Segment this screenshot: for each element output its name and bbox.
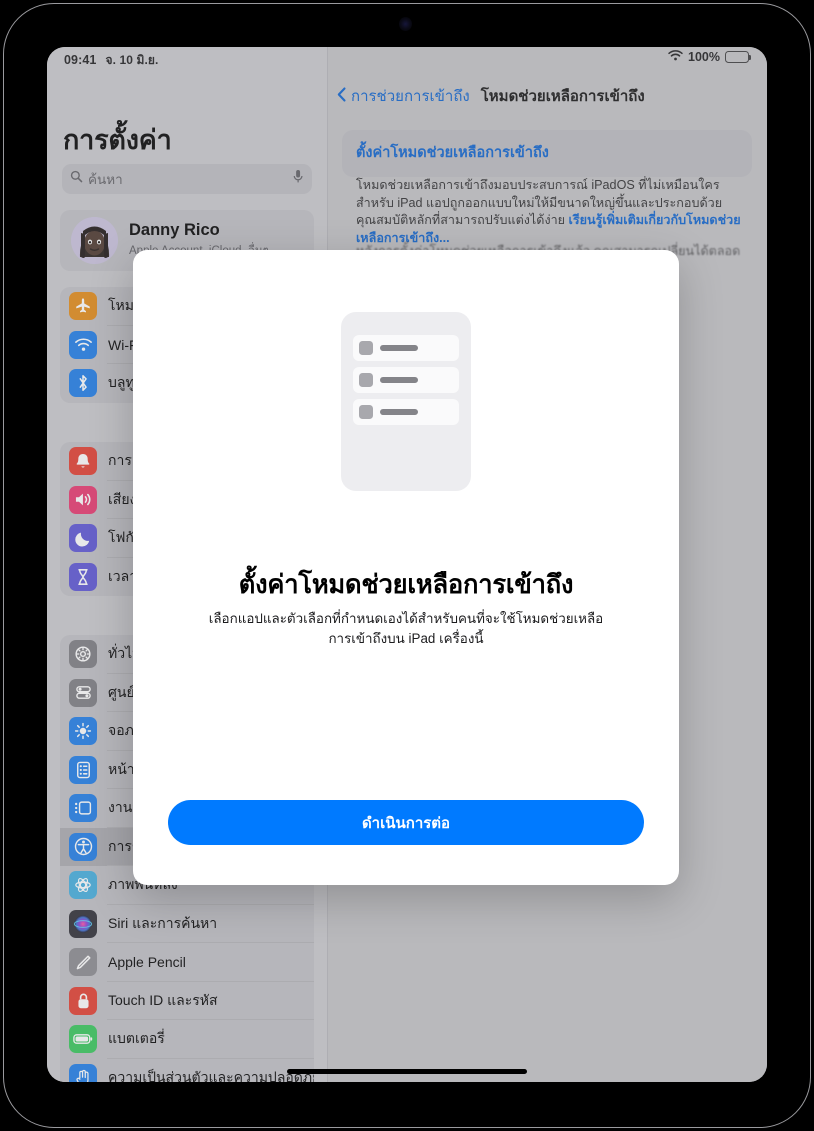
brightness-icon (69, 717, 97, 746)
sidebar-item-label: Siri และการค้นหา (108, 914, 218, 931)
illustration-row (353, 399, 459, 425)
account-name: Danny Rico (129, 221, 220, 239)
battery-icon (69, 1025, 97, 1054)
page-title: การตั้งค่า (63, 125, 172, 155)
multitasking-icon (69, 794, 97, 823)
hand-privacy-icon (69, 1063, 97, 1082)
accessibility-icon (69, 832, 97, 861)
illustration-icon-placeholder (359, 373, 373, 387)
airplane-icon (69, 292, 97, 321)
app-list-illustration (341, 312, 471, 491)
speaker-icon (69, 485, 97, 514)
sidebar-item-2-9[interactable]: Touch ID และรหัส (60, 982, 314, 1020)
nav-title: โหมดช่วยเหลือการเข้าถึง (480, 88, 645, 105)
status-date: จ. 10 มิ.ย. (105, 53, 159, 67)
front-camera-icon (399, 17, 412, 31)
modal-title: ตั้งค่าโหมดช่วยเหลือการเข้าถึง (238, 571, 574, 599)
bluetooth-icon (69, 369, 97, 398)
wifi-icon (668, 50, 683, 64)
illustration-row (353, 367, 459, 393)
illustration-row (353, 335, 459, 361)
assistive-access-setup-modal: ตั้งค่าโหมดช่วยเหลือการเข้าถึง เลือกแอปแ… (133, 250, 679, 885)
gear-icon (69, 640, 97, 669)
sidebar-item-label: แบตเตอรี่ (108, 1030, 165, 1047)
home-screen-icon (69, 755, 97, 784)
avatar (71, 217, 118, 264)
control-center-icon (69, 678, 97, 707)
illustration-icon-placeholder (359, 341, 373, 355)
navigation-bar: การช่วยการเข้าถึง โหมดช่วยเหลือการเข้าถึ… (327, 77, 767, 115)
status-bar: 09:41 จ. 10 มิ.ย. 100% (47, 47, 767, 73)
battery-full-icon (725, 51, 752, 63)
search-input[interactable]: ค้นหา (62, 164, 312, 194)
detail-body-text: โหมดช่วยเหลือการเข้าถึงมอบประสบการณ์ iPa… (356, 177, 748, 247)
home-indicator[interactable] (287, 1069, 527, 1074)
ipad-screen: การตั้งค่า ค้นหา Danny Rico Wi-Fi บลูทูธ… (47, 47, 767, 1082)
sidebar-item-2-10[interactable]: แบตเตอรี่ (60, 1020, 314, 1059)
search-placeholder: ค้นหา (88, 172, 123, 187)
sidebar-item-2-8[interactable]: Apple Pencil (60, 943, 314, 982)
moon-icon (69, 524, 97, 553)
status-time: 09:41 (64, 53, 97, 67)
status-bar-right: 100% (668, 50, 752, 64)
illustration-text-placeholder (380, 409, 418, 415)
setup-card-title: ตั้งค่าโหมดช่วยเหลือการเข้าถึง (356, 145, 549, 161)
search-icon (70, 170, 83, 188)
ipad-device-frame: การตั้งค่า ค้นหา Danny Rico Wi-Fi บลูทูธ… (0, 0, 814, 1131)
sidebar-item-label: ความเป็นส่วนตัวและความปลอดภัย (108, 1068, 314, 1082)
sidebar-item-2-7[interactable]: Siri และการค้นหา (60, 905, 314, 943)
sidebar-item-label: Apple Pencil (108, 954, 186, 971)
sidebar-item-2-11[interactable]: ความเป็นส่วนตัวและความปลอดภัย (60, 1059, 314, 1082)
microphone-icon[interactable] (292, 169, 304, 189)
lock-icon (69, 986, 97, 1015)
wifi-icon (69, 330, 97, 359)
status-bar-left: 09:41 จ. 10 มิ.ย. (64, 51, 158, 70)
illustration-icon-placeholder (359, 405, 373, 419)
setup-card[interactable]: ตั้งค่าโหมดช่วยเหลือการเข้าถึง (342, 130, 752, 177)
illustration-text-placeholder (380, 345, 418, 351)
hourglass-icon (69, 562, 97, 591)
wallpaper-icon (69, 871, 97, 900)
modal-subtitle: เลือกแอปและตัวเลือกที่กำหนดเองได้สำหรับค… (208, 611, 604, 646)
sidebar-item-label: Touch ID และรหัส (108, 991, 218, 1008)
battery-percent: 100% (688, 50, 720, 64)
siri-icon (69, 909, 97, 938)
continue-button[interactable]: ดำเนินการต่อ (168, 800, 644, 845)
bell-icon (69, 447, 97, 476)
back-button-label: การช่วยการเข้าถึง (351, 88, 470, 105)
chevron-left-icon (337, 86, 346, 106)
back-button[interactable]: การช่วยการเข้าถึง (337, 84, 470, 108)
pencil-icon (69, 948, 97, 977)
illustration-text-placeholder (380, 377, 418, 383)
